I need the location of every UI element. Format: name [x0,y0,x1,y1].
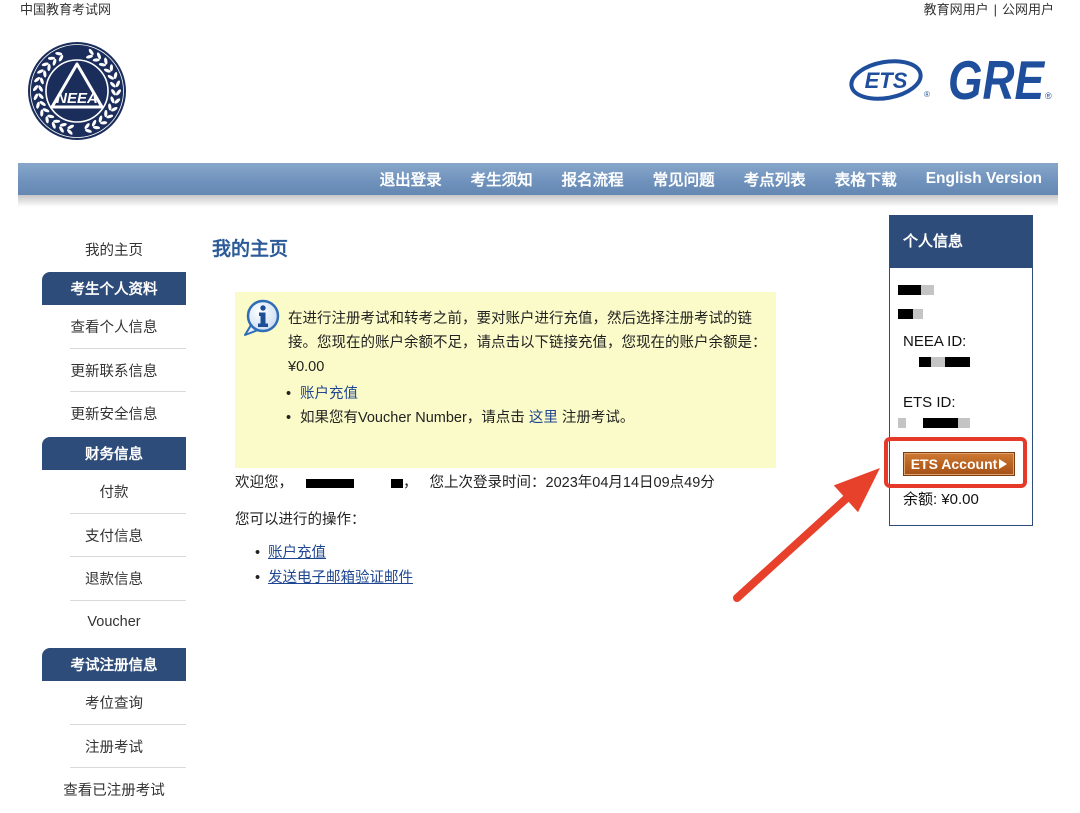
ets-account-button[interactable]: ETS Account [903,452,1015,476]
arrow-head [833,468,880,513]
redacted-block [898,285,921,295]
notice-balance: ¥0.00 [288,359,325,375]
sidebar-item-home[interactable]: 我的主页 [42,228,186,271]
ets-gre-logo[interactable]: ETS ® GRE ® [845,50,1060,108]
page-title: 我的主页 [212,239,289,260]
redacted-block [913,309,923,319]
neea-logo-text: NEEA [56,90,98,107]
last-login-time: 您上次登录时间：2023年04月14日09点49分 [429,475,715,491]
redacted-block [898,418,906,428]
sidebar-item-payment[interactable]: 付款 [42,470,186,514]
ets-registered-mark: ® [924,90,930,99]
sidebar-item-view-profile[interactable]: 查看个人信息 [42,305,186,349]
ets-logo-text: ETS [865,68,908,93]
nav-candidate-notice[interactable]: 考生须知 [471,168,533,190]
voucher-text-suffix: 注册考试。 [557,410,635,426]
user-type-links: 教育网用户 | 公网用户 [924,1,1054,19]
profile-panel-title: 个人信息 [890,216,1032,268]
sidebar-section-profile: 考生个人资料 [42,272,186,305]
nav-registration-process[interactable]: 报名流程 [562,168,624,190]
arrow-shaft [733,493,852,602]
sidebar-item-view-registered-tests[interactable]: 查看已注册考试 [42,768,186,812]
redacted-block [931,357,945,367]
voucher-here-link[interactable]: 这里 [529,410,558,426]
gre-registered-mark: ® [1045,91,1052,101]
nav-shadow [18,195,1058,207]
neea-logo[interactable]: NEEA [27,41,127,141]
notice-list: 账户充值 如果您有Voucher Number，请点击 这里 注册考试。 [284,382,634,430]
notice-text: 在进行注册考试和转考之前，要对账户进行充值，然后选择注册考试的链接。您现在的账户… [288,307,768,379]
sidebar-section-finance: 财务信息 [42,437,186,470]
info-icon [244,299,280,336]
redacted-block [919,357,931,367]
list-item: 如果您有Voucher Number，请点击 这里 注册考试。 [284,406,634,430]
sidebar-item-update-security[interactable]: 更新安全信息 [42,392,186,436]
redacted-block [958,418,970,428]
welcome-suffix: ， [403,475,418,491]
actions-label: 您可以进行的操作： [235,512,366,528]
sidebar-item-seat-search[interactable]: 考位查询 [42,681,186,725]
sidebar-item-voucher[interactable]: Voucher [42,601,186,645]
account-balance: 余额: ¥0.00 [903,491,979,508]
list-item: 发送电子邮箱验证邮件 [254,566,413,591]
nav-faq[interactable]: 常见问题 [653,168,715,190]
redacted-block [898,309,913,319]
edu-network-user-link[interactable]: 教育网用户 [924,2,989,17]
nav-logout[interactable]: 退出登录 [380,168,442,190]
voucher-text-prefix: 如果您有Voucher Number，请点击 [300,410,529,426]
sidebar-item-payment-info[interactable]: 支付信息 [42,514,186,558]
recharge-account-link[interactable]: 账户充值 [268,545,326,561]
redacted-block [306,478,354,488]
sidebar-item-register-test[interactable]: 注册考试 [42,725,186,769]
list-item: 账户充值 [284,382,634,406]
ets-id-label: ETS ID: [903,394,956,411]
gre-logo-text: GRE [948,50,1046,108]
redacted-block [945,357,970,367]
link-separator: | [993,2,997,17]
redacted-block [923,418,958,428]
top-navigation: 退出登录 考生须知 报名流程 常见问题 考点列表 表格下载 English Ve… [18,163,1058,195]
sidebar-section-test-registration: 考试注册信息 [42,648,186,681]
nav-forms-download[interactable]: 表格下载 [835,168,897,190]
profile-panel: 个人信息 NEEA ID: ETS ID: ETS Account 余额: ¥0… [889,215,1033,526]
public-network-user-link[interactable]: 公网用户 [1002,2,1054,17]
nav-english-version[interactable]: English Version [926,170,1042,188]
list-item: 账户充值 [254,541,413,566]
send-verification-email-link[interactable]: 发送电子邮箱验证邮件 [268,570,413,586]
sidebar-item-update-contact[interactable]: 更新联系信息 [42,349,186,393]
sidebar: 我的主页 考生个人资料 查看个人信息 更新联系信息 更新安全信息 财务信息 付款… [42,228,186,812]
redacted-block [391,478,403,488]
sidebar-item-refund-info[interactable]: 退款信息 [42,557,186,601]
notice-recharge-link[interactable]: 账户充值 [300,386,358,402]
notice-box: 在进行注册考试和转考之前，要对账户进行充值，然后选择注册考试的链接。您现在的账户… [235,292,776,468]
neea-id-label: NEEA ID: [903,333,967,350]
welcome-prefix: 欢迎您， [235,475,293,491]
notice-message: 在进行注册考试和转考之前，要对账户进行充值，然后选择注册考试的链接。您现在的账户… [288,311,767,351]
site-name-link[interactable]: 中国教育考试网 [20,1,111,19]
welcome-line: 欢迎您， ， 您上次登录时间：2023年04月14日09点49分 [235,472,715,494]
actions-list: 账户充值 发送电子邮箱验证邮件 [254,541,413,591]
nav-test-center-list[interactable]: 考点列表 [744,168,806,190]
redacted-block [921,285,934,295]
ets-account-button-label: ETS Account [910,456,998,472]
triangle-right-icon [999,459,1008,469]
